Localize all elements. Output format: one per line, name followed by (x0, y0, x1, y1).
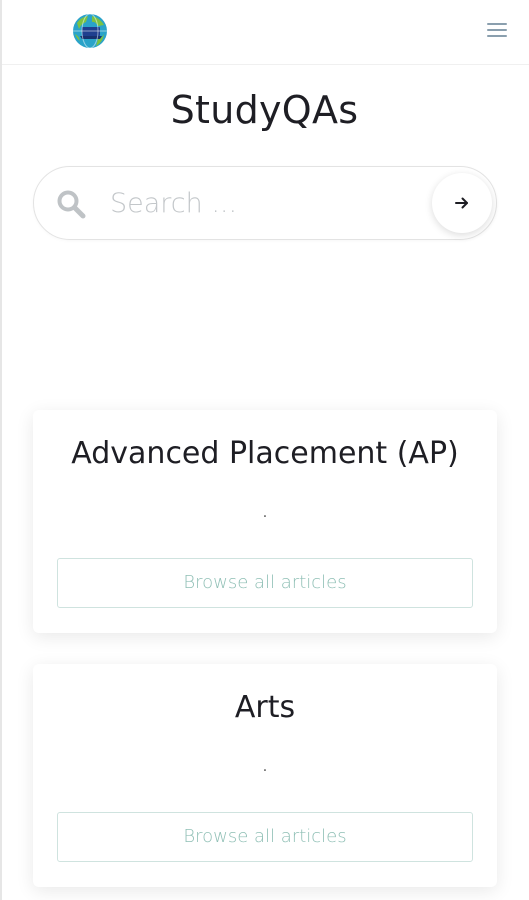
left-border (0, 0, 2, 900)
category-title: Advanced Placement (AP) (71, 436, 459, 471)
browse-all-articles-button[interactable]: Browse all articles (57, 558, 473, 608)
hamburger-menu-icon[interactable] (485, 20, 509, 40)
menu-line (487, 23, 507, 25)
category-card-ap: Advanced Placement (AP) . Browse all art… (33, 410, 497, 633)
search-submit-button[interactable] (432, 173, 492, 233)
search-icon (57, 190, 86, 219)
search-input[interactable] (106, 181, 434, 225)
category-title: Arts (234, 690, 296, 725)
globe-logo-icon[interactable] (71, 12, 109, 50)
page: StudyQAs Advanced Placement (AP) . Brows… (0, 0, 529, 900)
top-bar (2, 0, 529, 65)
search-bar (33, 166, 497, 240)
menu-line (487, 29, 507, 31)
category-description: . (262, 759, 268, 775)
arrow-right-icon (455, 197, 468, 209)
menu-line (487, 35, 507, 37)
site-title: StudyQAs (170, 88, 359, 132)
category-description: . (262, 505, 268, 521)
category-card-arts: Arts . Browse all articles (33, 664, 497, 887)
browse-all-articles-button[interactable]: Browse all articles (57, 812, 473, 862)
